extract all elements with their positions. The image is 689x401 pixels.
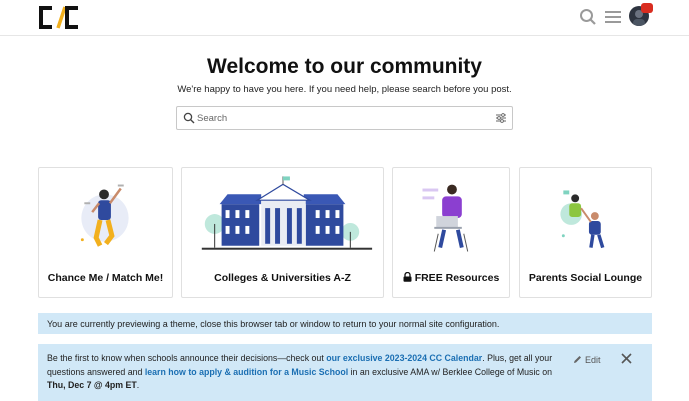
search-icon [183,112,195,124]
hamburger-menu-icon[interactable] [605,10,621,24]
announcement-text-part3: in an exclusive AMA w/ Berklee College o… [348,366,553,377]
parent-child-illustration [560,190,605,249]
page-subtitle: We're happy to have you here. If you nee… [177,84,512,95]
category-label: Colleges & Universities A-Z [214,272,351,284]
category-label-text: FREE Resources [414,272,500,284]
category-card-free-resources[interactable]: FREE Resources [392,167,510,298]
announcement-text-part4: . [136,380,140,390]
college-building-illustration [201,176,373,250]
category-card-parents-lounge[interactable]: Parents Social Lounge [519,167,652,298]
cc-calendar-link[interactable]: our exclusive 2023-2024 CC Calendar [326,353,482,363]
search-bar[interactable] [176,106,513,130]
music-school-link[interactable]: learn how to apply & audition for a Musi… [145,367,348,377]
announcement-text-part1: Be the first to know when schools announ… [47,353,327,363]
search-icon[interactable] [579,8,597,26]
announcement-text: Be the first to know when schools announ… [47,352,572,393]
page-title: Welcome to our community [207,55,482,78]
edit-button[interactable]: Edit [573,355,601,365]
site-header [0,0,689,36]
category-label: Chance Me / Match Me! [47,272,164,284]
notification-badge[interactable] [641,3,653,13]
student-celebrating-illustration [80,184,129,247]
site-logo[interactable] [38,5,80,30]
category-label: Parents Social Lounge [528,272,643,284]
announcement-date: Thu, Dec 7 @ 4pm ET [47,380,137,390]
laptop-user-illustration [422,184,469,252]
category-card-chance-me[interactable]: Chance Me / Match Me! [38,167,173,298]
search-options-icon[interactable] [495,112,507,124]
category-label: FREE Resources [393,272,509,284]
theme-preview-banner: You are currently previewing a theme, cl… [38,313,652,334]
preview-banner-text: You are currently previewing a theme, cl… [47,319,500,329]
search-input[interactable] [197,110,477,126]
edit-label: Edit [585,355,601,365]
lock-icon [403,272,412,282]
announcement-banner: Be the first to know when schools announ… [38,344,652,401]
close-icon[interactable] [621,353,632,364]
category-card-colleges[interactable]: Colleges & Universities A-Z [181,167,384,298]
pencil-icon [574,356,581,363]
